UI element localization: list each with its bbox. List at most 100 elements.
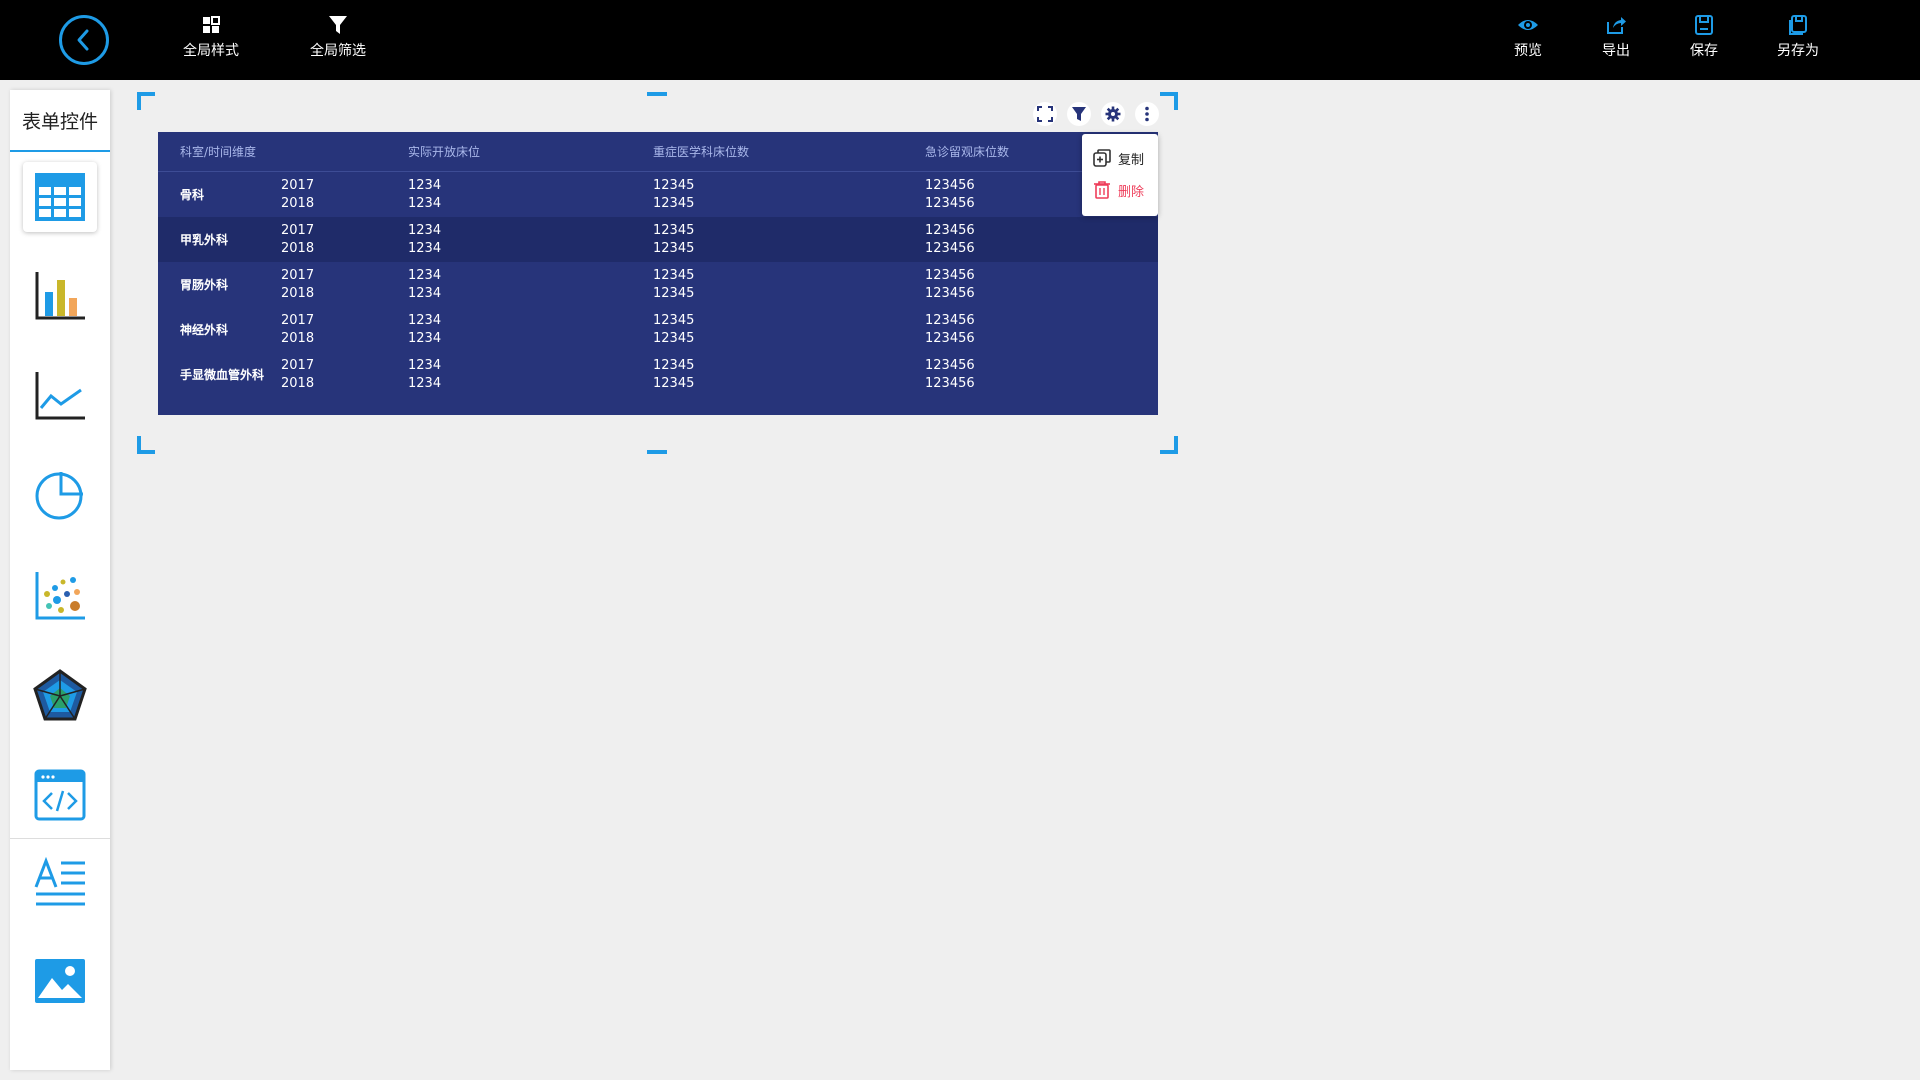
filter-icon [329,16,347,34]
resize-handle-top-left[interactable] [137,92,155,110]
copy-menu-item[interactable]: 复制 [1082,142,1158,174]
scatter-chart-icon [35,572,85,620]
cell-value: 1234 [408,312,442,328]
resize-handle-bottom-right[interactable] [1160,436,1178,454]
cell-value: 12345 [653,267,695,283]
resize-handle-bottom-left[interactable] [137,436,155,454]
cell-value: 1234 [408,222,442,238]
cell-value: 1234 [408,240,442,256]
eye-icon [1518,20,1538,30]
cell-value: 123456 [925,357,975,373]
top-toolbar: 全局样式 全局筛选 预览 导出 保存 另存为 [0,0,1920,80]
sidebar-item-radar-chart[interactable] [18,653,102,737]
cell-value: 123456 [925,312,975,328]
cell-year: 2017 [281,267,315,283]
resize-handle-bottom[interactable] [647,450,667,454]
sidebar-item-image[interactable] [18,939,102,1023]
cell-value: 123456 [925,285,975,301]
resize-handle-top[interactable] [647,92,667,96]
widget-context-menu: 复制 删除 [1082,134,1158,216]
cell-value: 123456 [925,240,975,256]
save-as-label: 另存为 [1777,43,1819,59]
table-row: 骨科 2017 2018 1234 1234 12345 12345 123456 12… [158,172,1158,217]
export-button[interactable]: 导出 [1602,14,1630,60]
table-row: 胃肠外科 2017 2018 1234 1234 12345 12345 123456… [158,262,1158,307]
cell-value: 123456 [925,222,975,238]
more-vertical-icon [1145,106,1149,122]
table-icon [35,173,85,221]
grid-icon [203,16,220,33]
save-icon [1695,15,1713,35]
cell-year: 2018 [281,195,315,211]
global-style-button[interactable]: 全局样式 [183,14,239,60]
export-label: 导出 [1602,43,1630,59]
preview-button[interactable]: 预览 [1514,14,1542,60]
widget-sidebar: 表单控件 [10,90,110,1070]
cell-value: 12345 [653,285,695,301]
cell-value: 12345 [653,195,695,211]
cell-year: 2017 [281,177,315,193]
table-row: 甲乳外科 2017 2018 1234 1234 12345 12345 123456… [158,217,1158,262]
cell-dept: 神经外科 [180,323,229,337]
cell-value: 1234 [408,267,442,283]
cell-year: 2018 [281,330,315,346]
save-button[interactable]: 保存 [1690,14,1718,60]
sidebar-item-pie-chart[interactable] [18,453,102,537]
table-header: 科室/时间维度 实际开放床位 重症医学科床位数 急诊留观床位数 [158,132,1158,172]
line-chart-icon [35,372,85,420]
fullscreen-icon [1037,106,1053,122]
image-icon [35,959,85,1003]
widget-more-button[interactable] [1135,102,1159,126]
data-table-widget[interactable]: 科室/时间维度 实际开放床位 重症医学科床位数 急诊留观床位数 骨科 2017 2… [158,132,1158,415]
sidebar-item-line-chart[interactable] [18,353,102,437]
global-filter-button[interactable]: 全局筛选 [310,14,366,60]
cell-value: 123456 [925,375,975,391]
save-as-button[interactable]: 另存为 [1777,14,1819,60]
global-filter-label: 全局筛选 [310,43,366,59]
sidebar-title: 表单控件 [10,90,110,152]
table-row: 神经外科 2017 2018 1234 1234 12345 12345 123456… [158,307,1158,352]
global-style-label: 全局样式 [183,43,239,59]
table-row: 手显微血管外科 2017 2018 1234 1234 12345 12345 123… [158,352,1158,397]
widget-filter-button[interactable] [1067,102,1091,126]
sidebar-item-scatter-chart[interactable] [18,553,102,637]
cell-year: 2017 [281,312,315,328]
preview-label: 预览 [1514,43,1542,59]
cell-value: 12345 [653,240,695,256]
export-icon [1607,17,1626,34]
cell-dept: 甲乳外科 [180,233,229,247]
pie-chart-icon [35,472,83,520]
chevron-left-icon [77,29,89,51]
cell-dept: 骨科 [180,188,205,202]
save-label: 保存 [1690,43,1718,59]
cell-value: 12345 [653,330,695,346]
cell-value: 12345 [653,375,695,391]
code-icon [34,769,86,821]
sidebar-item-table[interactable] [23,162,97,232]
delete-menu-item[interactable]: 删除 [1082,174,1158,206]
copy-icon [1093,149,1111,167]
cell-value: 123456 [925,267,975,283]
sidebar-item-bar-chart[interactable] [18,253,102,337]
cell-year: 2018 [281,240,315,256]
sidebar-item-code-embed[interactable] [18,753,102,837]
sidebar-item-text[interactable] [18,841,102,925]
bar-chart-icon [35,272,85,320]
widget-toolbar [1033,102,1159,126]
text-icon [34,857,85,906]
back-button[interactable] [59,15,109,65]
cell-value: 123456 [925,330,975,346]
cell-value: 1234 [408,285,442,301]
cell-year: 2018 [281,285,315,301]
cell-year: 2017 [281,222,315,238]
delete-label: 删除 [1118,184,1145,200]
cell-value: 12345 [653,357,695,373]
cell-value: 12345 [653,312,695,328]
gear-icon [1105,106,1121,122]
widget-settings-button[interactable] [1101,102,1125,126]
cell-year: 2018 [281,375,315,391]
cell-value: 1234 [408,177,442,193]
fullscreen-button[interactable] [1033,102,1057,126]
resize-handle-top-right[interactable] [1160,92,1178,110]
cell-value: 12345 [653,222,695,238]
